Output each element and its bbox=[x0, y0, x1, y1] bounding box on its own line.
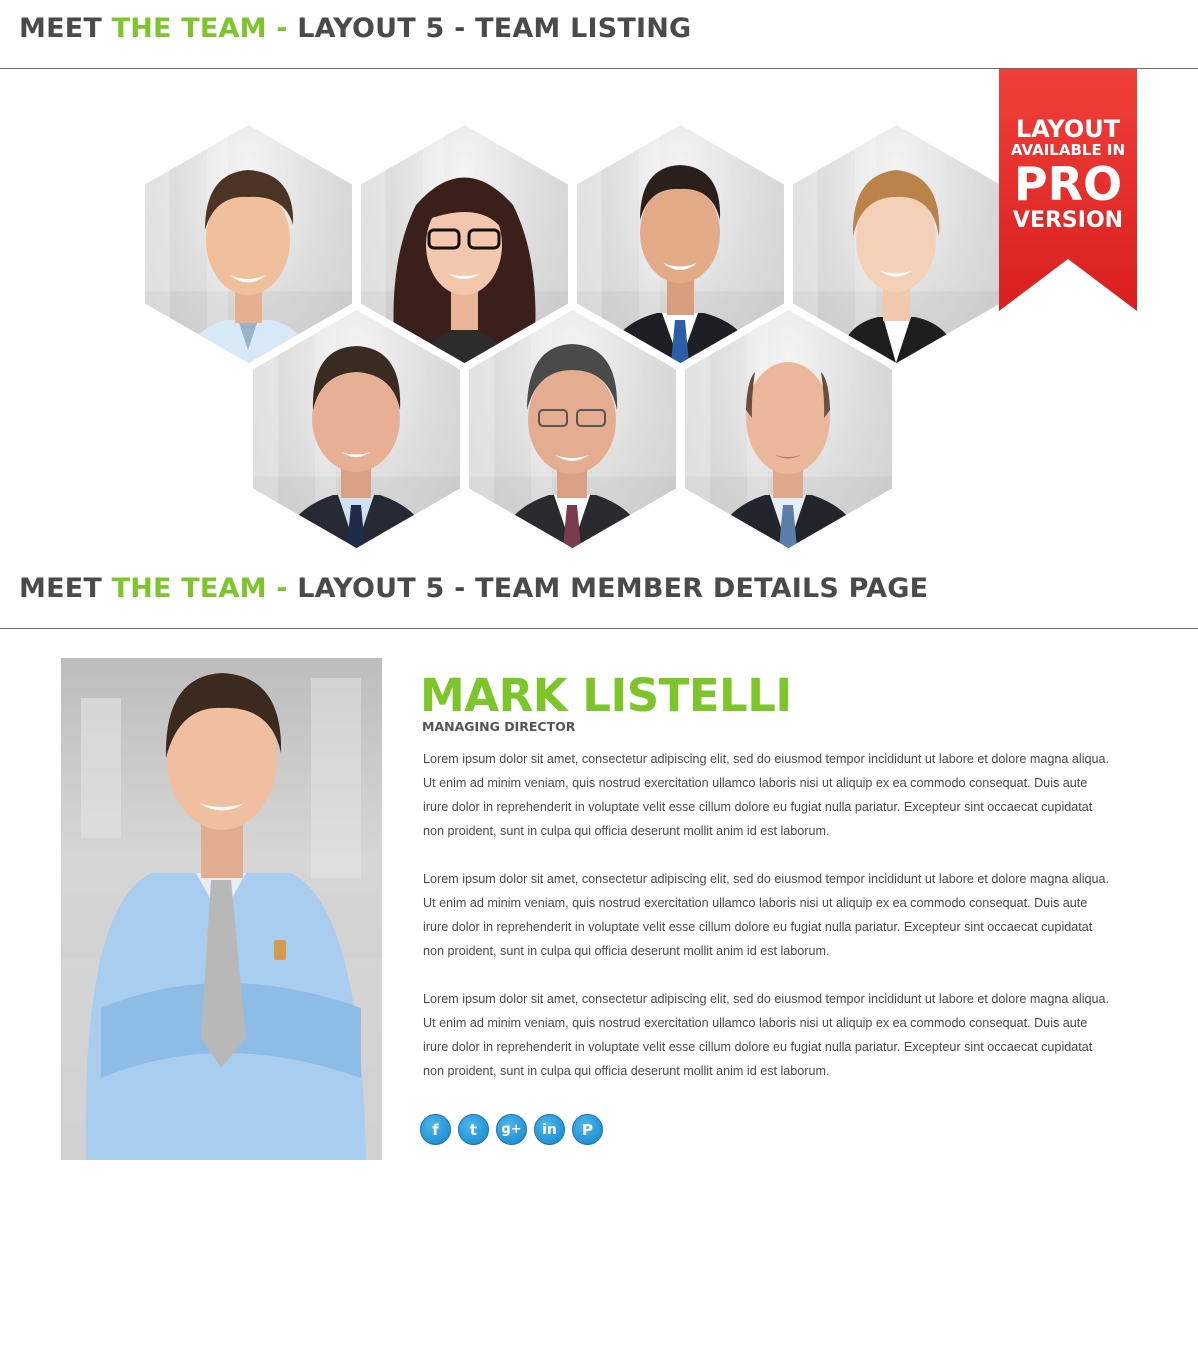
google-plus-icon: g+ bbox=[501, 1122, 522, 1137]
portrait-full-body bbox=[61, 673, 382, 1160]
title-part-meet: MEET bbox=[19, 573, 112, 604]
social-links: f t g+ in P bbox=[420, 1114, 603, 1145]
bio-paragraph-3: Lorem ipsum dolor sit amet, consectetur … bbox=[423, 992, 1110, 1078]
linkedin-icon: in bbox=[542, 1121, 557, 1138]
ribbon-line-1: LAYOUT bbox=[1015, 115, 1121, 143]
portrait-balding-man bbox=[715, 362, 862, 548]
portrait-man-blue-tie bbox=[283, 346, 430, 548]
team-member-hex-7[interactable] bbox=[685, 310, 892, 548]
title-part-the-team: THE TEAM - bbox=[111, 13, 298, 44]
member-name: MARK LISTELLI bbox=[420, 669, 792, 722]
pro-version-ribbon[interactable]: LAYOUT AVAILABLE IN PRO VERSION bbox=[999, 69, 1137, 311]
team-member-hex-5[interactable] bbox=[253, 310, 460, 548]
portrait-man-suit bbox=[607, 165, 754, 363]
team-member-hex-4[interactable] bbox=[793, 125, 1000, 363]
ribbon-line-3: PRO bbox=[1013, 157, 1123, 211]
team-member-hex-1[interactable] bbox=[145, 125, 352, 363]
title-part-layout: LAYOUT 5 - TEAM LISTING bbox=[297, 13, 692, 44]
portrait-woman-glasses bbox=[393, 177, 536, 363]
portrait-blonde-woman bbox=[838, 170, 958, 363]
bio-paragraph-2: Lorem ipsum dolor sit amet, consectetur … bbox=[423, 872, 1110, 958]
title-part-the-team: THE TEAM - bbox=[111, 573, 298, 604]
team-member-hex-2[interactable] bbox=[361, 125, 568, 363]
bio-paragraph-1: Lorem ipsum dolor sit amet, consectetur … bbox=[423, 752, 1110, 838]
listing-section-title: MEET THE TEAM - LAYOUT 5 - TEAM LISTING bbox=[19, 13, 691, 44]
portrait-man-glasses bbox=[499, 344, 646, 548]
title-part-layout: LAYOUT 5 - TEAM MEMBER DETAILS PAGE bbox=[297, 573, 929, 604]
team-member-hex-6[interactable] bbox=[469, 310, 676, 548]
linkedin-button[interactable]: in bbox=[534, 1114, 565, 1145]
portrait-young-man bbox=[185, 170, 313, 363]
facebook-button[interactable]: f bbox=[420, 1114, 451, 1145]
details-section-title: MEET THE TEAM - LAYOUT 5 - TEAM MEMBER D… bbox=[19, 573, 928, 604]
pinterest-button[interactable]: P bbox=[572, 1114, 603, 1145]
pinterest-icon: P bbox=[582, 1120, 593, 1139]
team-member-hex-3[interactable] bbox=[577, 125, 784, 363]
google-plus-button[interactable]: g+ bbox=[496, 1114, 527, 1145]
details-divider bbox=[0, 628, 1198, 629]
ribbon-line-2: AVAILABLE IN bbox=[1010, 141, 1126, 159]
ribbon-line-4: VERSION bbox=[1012, 208, 1124, 233]
facebook-icon: f bbox=[432, 1120, 439, 1139]
twitter-button[interactable]: t bbox=[458, 1114, 489, 1145]
twitter-icon: t bbox=[469, 1120, 478, 1139]
title-part-meet: MEET bbox=[19, 13, 112, 44]
member-photo bbox=[61, 658, 382, 1160]
member-role: MANAGING DIRECTOR bbox=[422, 719, 576, 734]
